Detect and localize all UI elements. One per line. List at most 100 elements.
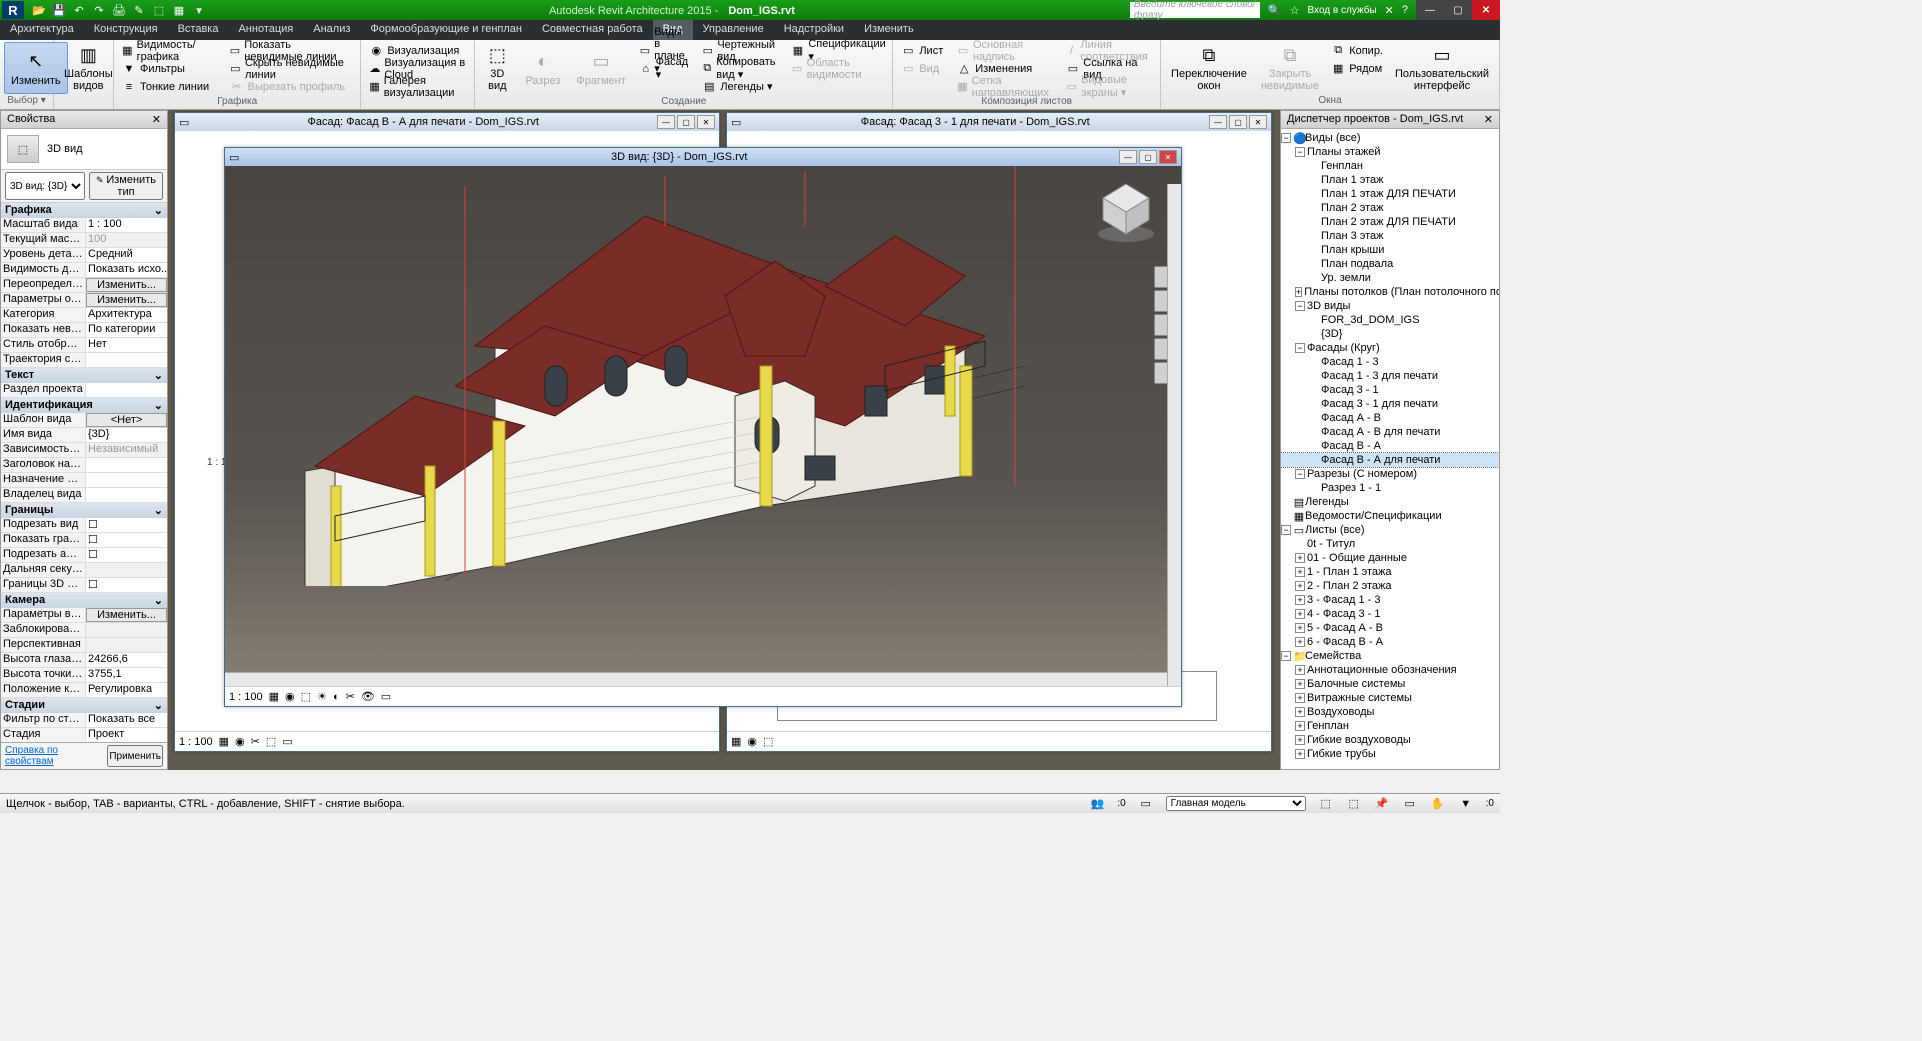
props-row[interactable]: Траектория сол... (1, 353, 167, 368)
qat-dropdown-icon[interactable]: ▾ (192, 3, 206, 17)
tree-node[interactable]: FOR_3d_DOM_IGS (1281, 313, 1499, 327)
maximize-button[interactable]: ▢ (677, 115, 695, 129)
props-row[interactable]: КатегорияАрхитектура (1, 308, 167, 323)
menu-analysis[interactable]: Анализ (303, 20, 360, 40)
apply-button[interactable]: Применить (107, 745, 163, 767)
instance-selector[interactable]: 3D вид: {3D} (5, 172, 85, 200)
undo-icon[interactable]: ↶ (72, 3, 86, 17)
tree-node[interactable]: +3 - Фасад 1 - 3 (1281, 593, 1499, 607)
props-row[interactable]: Стиль отображе...Нет (1, 338, 167, 353)
props-row[interactable]: Положение кам...Регулировка (1, 683, 167, 698)
tree-node[interactable]: −Разрезы (С номером) (1281, 467, 1499, 481)
select-underlay-icon[interactable]: ⬚ (1346, 796, 1362, 812)
tree-node[interactable]: +Аннотационные обозначения (1281, 663, 1499, 677)
tree-node[interactable]: +5 - Фасад А - В (1281, 621, 1499, 635)
tree-node[interactable]: 0t - Титул (1281, 537, 1499, 551)
view-control-bar[interactable]: 1 : 100▦◉✂⬚▭ (175, 731, 719, 751)
tree-node[interactable]: +Планы потолков (План потолочного покр (1281, 285, 1499, 299)
close-icon[interactable]: ✕ (1484, 113, 1493, 126)
mdi-window-3d[interactable]: ▭3D вид: {3D} - Dom_IGS.rvt—▢✕ (224, 147, 1182, 707)
props-row[interactable]: Подрезать вид☐ (1, 518, 167, 533)
props-section-header[interactable]: Камера⌄ (1, 593, 167, 608)
properties-help-link[interactable]: Справка по свойствам (5, 745, 107, 767)
tree-node[interactable]: −Фасады (Круг) (1281, 341, 1499, 355)
edit-type-button[interactable]: ✎ Изменить тип (89, 172, 163, 200)
qat-icon[interactable]: ▦ (172, 3, 186, 17)
vertical-scrollbar[interactable] (1167, 184, 1181, 686)
maximize-button[interactable]: ▢ (1139, 150, 1157, 164)
menu-manage[interactable]: Управление (693, 20, 774, 40)
replicate-button[interactable]: ⧉Копир. (1327, 42, 1387, 59)
worksets-icon[interactable]: 👥 (1089, 796, 1105, 812)
props-row[interactable]: Уровень детали...Средний (1, 248, 167, 263)
duplicate-view-button[interactable]: ⧉Копировать вид ▾ (698, 60, 783, 77)
menu-modify[interactable]: Изменить (854, 20, 924, 40)
props-row[interactable]: Владелец вида (1, 488, 167, 503)
tree-node[interactable]: Фасад 1 - 3 (1281, 355, 1499, 369)
tree-node[interactable]: План 3 этаж (1281, 229, 1499, 243)
tree-node[interactable]: План 2 этаж ДЛЯ ПЕЧАТИ (1281, 215, 1499, 229)
minimize-button[interactable]: — (1119, 150, 1137, 164)
sheet-button[interactable]: ▭Лист (897, 42, 947, 59)
menu-massing[interactable]: Формообразующие и генплан (360, 20, 532, 40)
close-button[interactable]: ✕ (1159, 150, 1177, 164)
props-section-header[interactable]: Текст⌄ (1, 368, 167, 383)
print-icon[interactable]: 🖨 (112, 3, 126, 17)
props-row[interactable]: Переопределен...Изменить... (1, 278, 167, 293)
tree-node[interactable]: +Витражные системы (1281, 691, 1499, 705)
tree-node[interactable]: Фасад 1 - 3 для печати (1281, 369, 1499, 383)
props-row[interactable]: Шаблон вида<Нет> (1, 413, 167, 428)
tree-node[interactable]: План 1 этаж ДЛЯ ПЕЧАТИ (1281, 187, 1499, 201)
props-row[interactable]: Показать грани...☐ (1, 533, 167, 548)
tree-node[interactable]: ▦Ведомости/Спецификации (1281, 509, 1499, 523)
redo-icon[interactable]: ↷ (92, 3, 106, 17)
minimize-button[interactable]: — (1416, 0, 1444, 20)
tree-node[interactable]: +1 - План 1 этажа (1281, 565, 1499, 579)
reveal-icon[interactable]: ▭ (381, 690, 391, 703)
props-row[interactable]: Раздел проекта (1, 383, 167, 398)
tree-node[interactable]: План крыши (1281, 243, 1499, 257)
tree-node[interactable]: +6 - Фасад В - А (1281, 635, 1499, 649)
tree-node[interactable]: +Генплан (1281, 719, 1499, 733)
tree-node[interactable]: Фасад А - В для печати (1281, 425, 1499, 439)
sun-icon[interactable]: ☀ (317, 690, 327, 703)
properties-header[interactable]: Свойства✕ (1, 111, 167, 129)
props-row[interactable]: Фильтр по стад...Показать все (1, 713, 167, 728)
props-row[interactable]: Параметры ото...Изменить... (1, 293, 167, 308)
save-icon[interactable]: 💾 (52, 3, 66, 17)
select-face-icon[interactable]: ▭ (1402, 796, 1418, 812)
close-button[interactable]: ✕ (697, 115, 715, 129)
select-pinned-icon[interactable]: 📌 (1374, 796, 1390, 812)
maximize-button[interactable]: ▢ (1229, 115, 1247, 129)
detail-icon[interactable]: ◉ (285, 690, 295, 703)
tree-node[interactable]: +Воздуховоды (1281, 705, 1499, 719)
tree-node[interactable]: Фасад В - А (1281, 439, 1499, 453)
props-row[interactable]: Заблокированн... (1, 623, 167, 638)
props-section-header[interactable]: Стадии⌄ (1, 698, 167, 713)
tree-node[interactable]: +Гибкие трубы (1281, 747, 1499, 761)
view-templates-button[interactable]: ▥ Шаблоны видов (58, 42, 119, 94)
tree-node[interactable]: План подвала (1281, 257, 1499, 271)
tree-node[interactable]: План 1 этаж (1281, 173, 1499, 187)
props-row[interactable]: Подрезать анно...☐ (1, 548, 167, 563)
tree-node[interactable]: Фасад 3 - 1 для печати (1281, 397, 1499, 411)
menu-addins[interactable]: Надстройки (774, 20, 854, 40)
viewport-3d[interactable] (225, 166, 1181, 706)
tree-node[interactable]: −🔵Виды (все) (1281, 131, 1499, 145)
props-row[interactable]: СтадияПроект (1, 728, 167, 742)
tree-node[interactable]: +2 - План 2 этажа (1281, 579, 1499, 593)
tree-node[interactable]: −▭Листы (все) (1281, 523, 1499, 537)
ui-button[interactable]: ▭Пользовательский интерфейс (1389, 42, 1495, 94)
tree-node[interactable]: План 2 этаж (1281, 201, 1499, 215)
tree-node[interactable]: Генплан (1281, 159, 1499, 173)
tree-node[interactable]: Разрез 1 - 1 (1281, 481, 1499, 495)
hide-hidden-button[interactable]: ▭Скрыть невидимые линии (226, 60, 357, 77)
props-section-header[interactable]: Идентификация⌄ (1, 398, 167, 413)
thin-lines-button[interactable]: ≡Тонкие линии (118, 78, 220, 95)
tree-node[interactable]: Фасад В - А для печати (1281, 453, 1499, 467)
elevation-button[interactable]: ⌂Фасад ▾ (636, 60, 695, 77)
close-button[interactable]: ✕ (1472, 0, 1500, 20)
props-row[interactable]: Высота точки ц...3755,1 (1, 668, 167, 683)
props-row[interactable]: Масштаб вида1 : 100 (1, 218, 167, 233)
tree-node[interactable]: Фасад 3 - 1 (1281, 383, 1499, 397)
